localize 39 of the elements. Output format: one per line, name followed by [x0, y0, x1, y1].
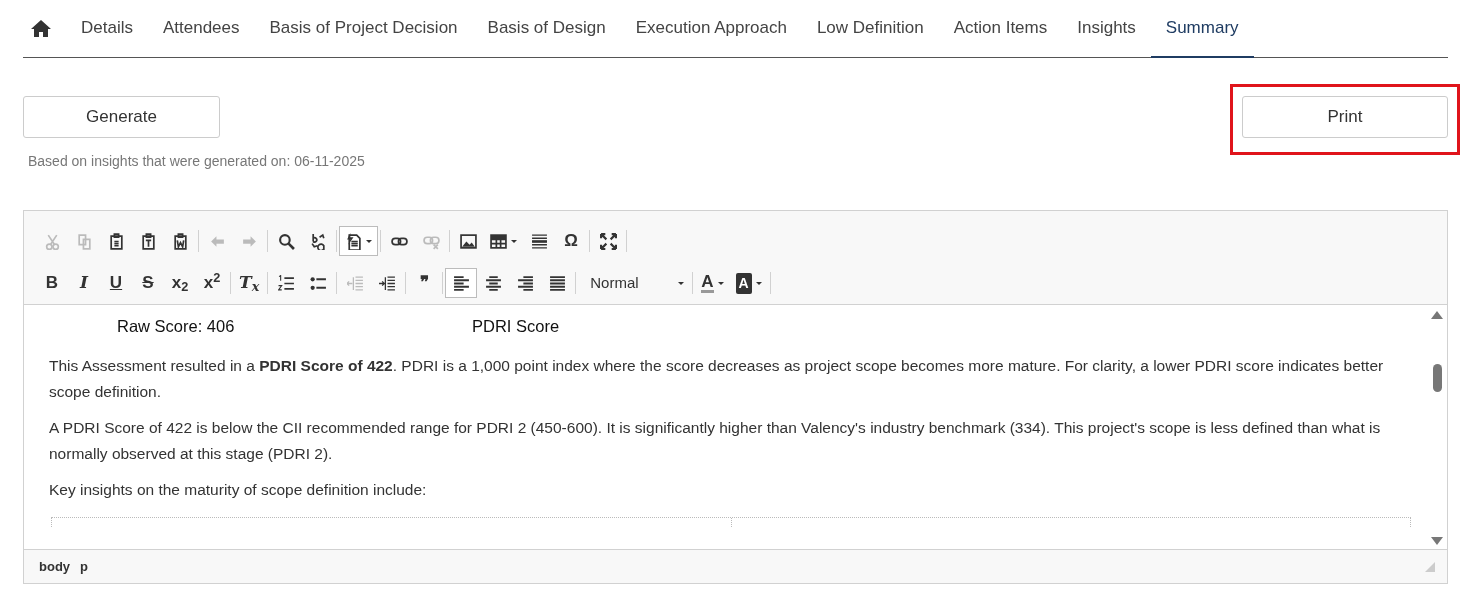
document-dropdown[interactable] — [339, 226, 378, 256]
toolbar-button[interactable]: x$_{2}$ — [164, 268, 196, 298]
background-color-dropdown[interactable]: A — [729, 268, 768, 298]
nav-tab[interactable]: Insights — [1062, 0, 1151, 58]
toolbar-button[interactable]: U — [100, 268, 132, 298]
paragraph: This Assessment resulted in a PDRI Score of 422. PDRI is a 1,000 point index where the score decreases as project scope becomes more mature. For clarity, a lower PDRI score indicates better scope definition. — [49, 356, 1385, 402]
nav-tab[interactable]: Attendees — [147, 0, 255, 58]
toolbar-button[interactable]: ❞ — [408, 268, 441, 298]
document-icon — [345, 232, 362, 250]
toolbar-button[interactable]: T$_{x}$ — [233, 268, 266, 298]
nav-tab[interactable]: Basis of Project Decision — [254, 0, 473, 58]
chart-label: PDRI Score — [472, 316, 560, 337]
align-left-icon[interactable] — [445, 268, 478, 298]
nav-tab[interactable]: Low Definition — [801, 0, 939, 58]
element-path-link[interactable]: body — [39, 556, 71, 577]
scroll-down-icon[interactable] — [1431, 537, 1443, 545]
generate-button[interactable]: Generate — [23, 96, 220, 138]
text-color-dropdown[interactable]: A — [695, 268, 730, 298]
toolbar-button[interactable]: I — [68, 268, 100, 298]
nav-tab[interactable]: Summary — [1150, 0, 1254, 58]
nav-tab[interactable]: Details — [66, 0, 148, 58]
paragraph: Key insights on the maturity of scope definition include: — [49, 480, 428, 500]
element-path-link[interactable]: p — [80, 556, 88, 577]
toolbar-button[interactable]: B — [36, 268, 68, 298]
nav-tab[interactable]: Action Items — [938, 0, 1063, 58]
format-dropdown[interactable]: Normal — [578, 271, 691, 295]
nav-tab[interactable]: Basis of Design — [472, 0, 621, 58]
generated-note: Based on insights that were generated on: 06-11-2025 — [28, 152, 365, 171]
print-button[interactable]: Print — [1242, 96, 1448, 138]
table-icon — [490, 232, 507, 250]
scroll-up-icon[interactable] — [1431, 311, 1443, 319]
toolbar-button[interactable]: x$^{2}$ — [196, 268, 228, 298]
toolbar-button[interactable]: S — [132, 268, 164, 298]
scroll-thumb[interactable] — [1432, 364, 1442, 392]
paragraph: A PDRI Score of 422 is below the CII recommended range for PDRI 2 (450-600). It is significantly higher than Valency's industry benchmark (334). This project's scope is less defined than what is normally observed at this stage (PDRI 2). — [49, 418, 1382, 464]
resize-grip-icon[interactable] — [1425, 561, 1435, 572]
nav-tab[interactable]: Execution Approach — [620, 0, 802, 58]
toolbar-button[interactable]: Ω — [555, 226, 587, 256]
chart-label: Raw Score: 406 — [117, 316, 236, 337]
